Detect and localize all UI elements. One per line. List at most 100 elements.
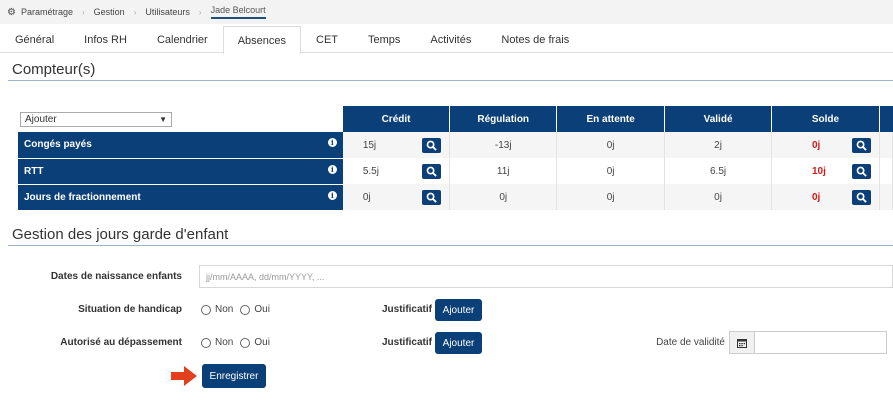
magnifier-icon bbox=[426, 140, 437, 151]
handicap-add-proof-button[interactable]: Ajouter bbox=[435, 299, 482, 321]
magnifier-icon bbox=[856, 166, 867, 177]
search-button[interactable] bbox=[851, 163, 871, 179]
overrun-radio-group: Non Oui bbox=[201, 337, 277, 348]
cell-pending: 0j bbox=[556, 132, 666, 158]
overrun-option-yes[interactable]: Oui bbox=[240, 337, 270, 348]
table-row: RTT i 5.5j 11j 0j 6.5j 10j bbox=[18, 158, 893, 185]
cell-credit: 5.5j bbox=[342, 158, 451, 184]
search-button[interactable] bbox=[422, 163, 442, 179]
radio-button[interactable] bbox=[201, 337, 211, 348]
tab-infos-rh[interactable]: Infos RH bbox=[69, 26, 142, 53]
calendar-icon[interactable] bbox=[730, 332, 755, 353]
row-label-rtt: RTT i bbox=[18, 158, 343, 185]
cell-extra bbox=[879, 132, 893, 158]
table-row: Jours de fractionnement i 0j 0j 0j 0j 0j bbox=[18, 184, 893, 211]
overrun-add-proof-button[interactable]: Ajouter bbox=[435, 332, 482, 354]
balance-value: 0j bbox=[812, 139, 821, 151]
table-header-row: Ajouter ▼ Crédit Régulation En attente V… bbox=[18, 106, 893, 132]
column-header-pending: En attente bbox=[556, 106, 666, 132]
cell-validated: 6.5j bbox=[664, 158, 772, 184]
overrun-label: Autorisé au dépassement bbox=[60, 337, 182, 348]
cell-pending: 0j bbox=[556, 158, 666, 184]
save-button[interactable]: Enregistrer bbox=[202, 364, 266, 388]
birth-dates-input[interactable]: jj/mm/AAAA, dd/mm/YYYY, ... bbox=[199, 265, 893, 288]
row-label-text: RTT bbox=[24, 165, 44, 177]
credit-value: 15j bbox=[362, 139, 377, 151]
breadcrumb-item-gestion[interactable]: Gestion bbox=[94, 7, 125, 17]
search-button[interactable] bbox=[422, 189, 442, 205]
cell-regulation: 11j bbox=[449, 158, 558, 184]
chevron-right-icon: › bbox=[198, 7, 202, 17]
gear-icon: ⚙ bbox=[7, 6, 16, 18]
radio-button[interactable] bbox=[201, 304, 211, 315]
cell-regulation: -13j bbox=[449, 132, 558, 158]
magnifier-icon bbox=[856, 140, 867, 151]
childcare-title: Gestion des jours garde d'enfant bbox=[12, 226, 229, 243]
tab-cet[interactable]: CET bbox=[301, 26, 353, 53]
add-counter-select[interactable]: Ajouter ▼ bbox=[20, 111, 172, 127]
option-no-label: Non bbox=[215, 337, 234, 348]
arrow-right-icon bbox=[171, 366, 197, 386]
column-header-credit: Crédit bbox=[342, 106, 451, 132]
cell-validated: 0j bbox=[664, 184, 772, 210]
cell-credit: 0j bbox=[342, 184, 451, 210]
validity-date-label: Date de validité bbox=[656, 337, 725, 348]
add-select-cell: Ajouter ▼ bbox=[18, 106, 343, 132]
info-icon[interactable]: i bbox=[327, 164, 337, 174]
search-button[interactable] bbox=[422, 137, 442, 153]
add-counter-select-value: Ajouter bbox=[25, 113, 57, 125]
tab-temps[interactable]: Temps bbox=[353, 26, 415, 53]
cell-pending: 0j bbox=[556, 184, 666, 210]
table-row: Congés payés i 15j -13j 0j 2j 0j bbox=[18, 132, 893, 159]
info-icon[interactable]: i bbox=[327, 138, 337, 147]
validity-date-field[interactable] bbox=[729, 331, 887, 354]
cell-balance: 0j bbox=[771, 132, 880, 158]
birth-dates-label: Dates de naissance enfants bbox=[50, 271, 182, 282]
tab-calendrier[interactable]: Calendrier bbox=[142, 26, 223, 53]
counters-title: Compteur(s) bbox=[12, 61, 96, 78]
tab-bar: Général Infos RH Calendrier Absences CET… bbox=[0, 26, 893, 54]
overrun-proof-label: Justificatif bbox=[381, 337, 432, 348]
column-header-validated: Validé bbox=[664, 106, 772, 132]
cell-credit: 15j bbox=[342, 132, 451, 158]
chevron-right-icon: › bbox=[82, 7, 85, 17]
option-no-label: Non bbox=[215, 304, 234, 315]
tab-absences[interactable]: Absences bbox=[222, 26, 301, 54]
tab-general[interactable]: Général bbox=[0, 26, 69, 53]
credit-value: 5.5j bbox=[362, 165, 379, 177]
magnifier-icon bbox=[856, 192, 867, 203]
credit-value: 0j bbox=[362, 191, 371, 203]
radio-button[interactable] bbox=[240, 304, 251, 315]
magnifier-icon bbox=[426, 192, 437, 203]
info-icon[interactable]: i bbox=[327, 190, 337, 200]
radio-button[interactable] bbox=[240, 337, 251, 348]
breadcrumb-item-utilisateurs[interactable]: Utilisateurs bbox=[145, 7, 190, 17]
handicap-option-yes[interactable]: Oui bbox=[240, 304, 270, 315]
overrun-option-no[interactable]: Non bbox=[201, 337, 233, 348]
cell-balance: 10j bbox=[771, 158, 880, 184]
cell-validated: 2j bbox=[664, 132, 772, 158]
counters-table: Ajouter ▼ Crédit Régulation En attente V… bbox=[18, 106, 893, 211]
magnifier-icon bbox=[426, 166, 437, 177]
option-yes-label: Oui bbox=[254, 304, 270, 315]
breadcrumb-item-parametrage[interactable]: Paramétrage bbox=[21, 7, 73, 17]
column-header-regulation: Régulation bbox=[449, 106, 558, 132]
row-label-jours-fractionnement: Jours de fractionnement i bbox=[18, 184, 343, 211]
search-button[interactable] bbox=[851, 137, 871, 153]
search-button[interactable] bbox=[851, 189, 871, 205]
option-yes-label: Oui bbox=[254, 337, 270, 348]
handicap-label: Situation de handicap bbox=[78, 304, 182, 315]
birth-dates-placeholder: jj/mm/AAAA, dd/mm/YYYY, ... bbox=[206, 271, 325, 282]
validity-date-input[interactable] bbox=[755, 332, 886, 353]
column-header-extra bbox=[879, 106, 893, 132]
handicap-proof-label: Justificatif bbox=[381, 304, 432, 315]
balance-value: 0j bbox=[812, 191, 821, 203]
row-label-text: Congés payés bbox=[24, 139, 92, 151]
cell-extra bbox=[879, 158, 893, 184]
row-label-text: Jours de fractionnement bbox=[24, 191, 141, 203]
tab-activites[interactable]: Activités bbox=[415, 26, 486, 53]
handicap-option-no[interactable]: Non bbox=[201, 304, 233, 315]
handicap-radio-group: Non Oui bbox=[201, 304, 277, 315]
tab-notes-de-frais[interactable]: Notes de frais bbox=[486, 26, 584, 53]
cell-balance: 0j bbox=[771, 184, 880, 210]
